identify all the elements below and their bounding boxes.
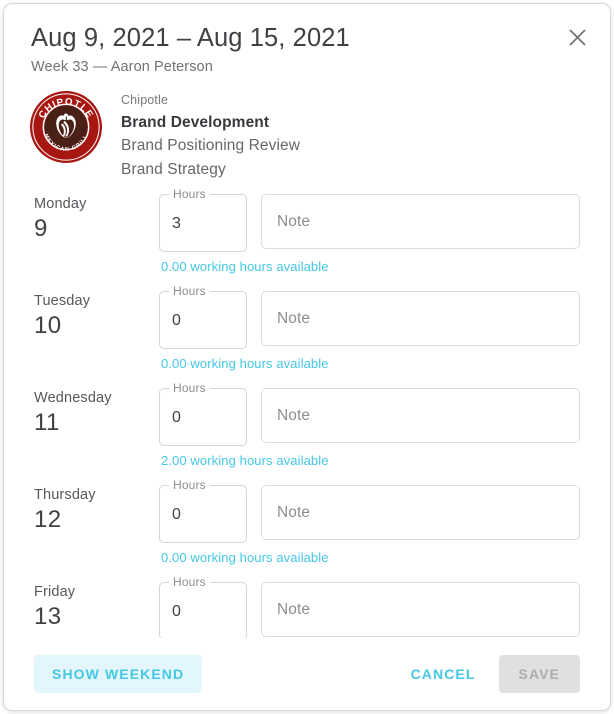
day-name: Wednesday xyxy=(34,390,112,406)
day-label: Tuesday 10 xyxy=(34,283,159,340)
project-line: Brand Strategy xyxy=(121,160,226,178)
day-name: Thursday xyxy=(34,487,96,503)
field-row: Hours 0 Note xyxy=(159,477,580,543)
day-number: 13 xyxy=(34,603,62,630)
cancel-button[interactable]: CANCEL xyxy=(397,655,490,693)
note-placeholder: Note xyxy=(277,600,311,618)
save-button: SAVE xyxy=(498,655,580,693)
day-row-wednesday: Wednesday 11 Hours 0 Note 2.00 working h… xyxy=(4,380,610,469)
close-icon xyxy=(568,28,587,47)
day-rows: Monday 9 Hours 3 Note 0.00 working hours… xyxy=(4,177,610,663)
field-row: Hours 3 Note xyxy=(159,186,580,252)
available-hours-text: 0.00 working hours available xyxy=(161,356,329,371)
day-number: 9 xyxy=(34,215,48,242)
close-button[interactable] xyxy=(562,22,592,52)
client-name: Chipotle xyxy=(121,93,169,107)
day-number: 11 xyxy=(34,409,60,436)
note-input[interactable]: Note xyxy=(261,582,580,637)
hours-input[interactable]: Hours 0 xyxy=(159,575,247,640)
timesheet-dialog: Aug 9, 2021 – Aug 15, 2021 Week 33 — Aar… xyxy=(3,3,611,711)
note-input[interactable]: Note xyxy=(261,291,580,346)
show-weekend-button[interactable]: SHOW WEEKEND xyxy=(34,655,203,693)
day-fields: Hours 0 Note 2.00 working hours availabl… xyxy=(159,380,580,469)
hours-field-label: Hours xyxy=(169,575,210,589)
day-fields: Hours 0 Note 0.00 working hours availabl… xyxy=(159,283,580,372)
field-row: Hours 0 Note xyxy=(159,380,580,446)
day-fields: Hours 0 Note 0.00 working hours availabl… xyxy=(159,477,580,566)
project-summary: CHIPOTLE MEXICAN GRILL Chipotle Brand De… xyxy=(4,75,610,177)
note-placeholder: Note xyxy=(277,406,311,424)
field-row: Hours 0 Note xyxy=(159,574,580,640)
day-name: Tuesday xyxy=(34,293,91,309)
available-hours-text: 0.00 working hours available xyxy=(161,259,329,274)
project-name: Brand Development xyxy=(121,113,270,131)
hours-value: 0 xyxy=(172,409,181,426)
note-placeholder: Note xyxy=(277,503,311,521)
note-input[interactable]: Note xyxy=(261,388,580,443)
day-label: Wednesday 11 xyxy=(34,380,159,437)
hours-input[interactable]: Hours 3 xyxy=(159,187,247,252)
hours-field-label: Hours xyxy=(169,478,210,492)
project-line: Brand Positioning Review xyxy=(121,137,301,154)
day-label: Monday 9 xyxy=(34,186,159,243)
day-row-monday: Monday 9 Hours 3 Note 0.00 working hours… xyxy=(4,186,610,275)
hours-value: 0 xyxy=(172,506,181,523)
note-input[interactable]: Note xyxy=(261,485,580,540)
day-fields: Hours 3 Note 0.00 working hours availabl… xyxy=(159,186,580,275)
day-name: Friday xyxy=(34,584,76,600)
day-row-thursday: Thursday 12 Hours 0 Note 0.00 working ho… xyxy=(4,477,610,566)
hours-field-label: Hours xyxy=(169,187,210,201)
hours-value: 0 xyxy=(172,603,181,620)
note-input[interactable]: Note xyxy=(261,194,580,249)
hours-field-label: Hours xyxy=(169,381,210,395)
day-label: Friday 13 xyxy=(34,574,159,631)
project-text: Chipotle Brand Development Brand Positio… xyxy=(121,91,300,177)
chipotle-logo: CHIPOTLE MEXICAN GRILL xyxy=(30,91,102,163)
page-title: Aug 9, 2021 – Aug 15, 2021 xyxy=(31,24,350,52)
hours-value: 0 xyxy=(172,312,181,329)
hours-input[interactable]: Hours 0 xyxy=(159,381,247,446)
day-number: 12 xyxy=(34,506,62,533)
day-name: Monday xyxy=(34,196,87,212)
hours-input[interactable]: Hours 0 xyxy=(159,478,247,543)
dialog-header: Aug 9, 2021 – Aug 15, 2021 Week 33 — Aar… xyxy=(4,4,610,75)
field-row: Hours 0 Note xyxy=(159,283,580,349)
hours-input[interactable]: Hours 0 xyxy=(159,284,247,349)
hours-field-label: Hours xyxy=(169,284,210,298)
hours-value: 3 xyxy=(172,215,181,232)
note-placeholder: Note xyxy=(277,212,311,230)
available-hours-text: 0.00 working hours available xyxy=(161,550,329,565)
day-number: 10 xyxy=(34,312,62,339)
day-label: Thursday 12 xyxy=(34,477,159,534)
dialog-footer: SHOW WEEKEND CANCEL SAVE xyxy=(4,638,610,710)
day-row-tuesday: Tuesday 10 Hours 0 Note 0.00 working hou… xyxy=(4,283,610,372)
note-placeholder: Note xyxy=(277,309,311,327)
available-hours-text: 2.00 working hours available xyxy=(161,453,329,468)
dialog-subtitle: Week 33 — Aaron Peterson xyxy=(31,59,213,75)
